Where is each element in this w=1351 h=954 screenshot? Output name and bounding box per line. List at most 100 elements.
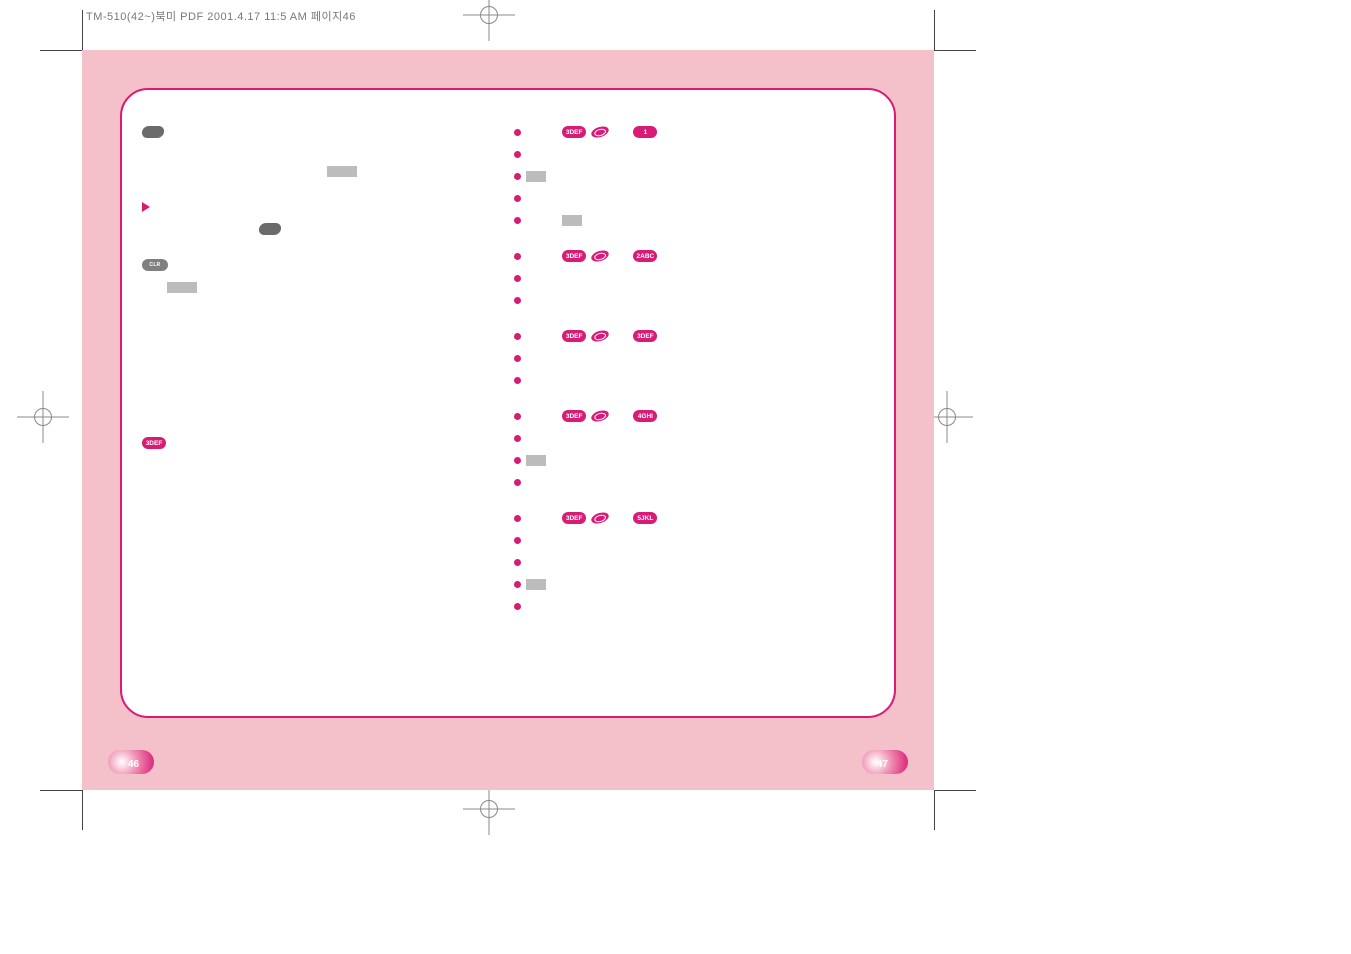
text: NOTE: You can record up to 4 minutes tot… — [171, 438, 337, 448]
text: 3. Press — [526, 194, 555, 203]
text: to delete one Voice Memo. — [526, 354, 621, 363]
left-subtitle: HOW TO USE VOICE MEMO — [142, 147, 512, 158]
key-3-icon: 3DEF — [562, 512, 586, 524]
key-5-icon: 5JKL — [633, 512, 657, 524]
text: 1. Press — [526, 331, 557, 341]
bullet-icon — [514, 603, 521, 610]
page-number-right: 47 — [877, 759, 888, 770]
page-number-left: 46 — [128, 759, 139, 770]
bullet-icon — [514, 275, 521, 282]
crop-tick — [934, 50, 976, 51]
text: 1. Press — [526, 513, 557, 523]
menu-icon — [141, 126, 165, 138]
key-3-icon: 3DEF — [562, 330, 586, 342]
text: Voice Memo records and plays back messag… — [142, 166, 322, 176]
text: and then — [526, 216, 557, 225]
key-2-icon: 2ABC — [633, 250, 657, 262]
bullet-icon — [514, 435, 521, 442]
text: and — [614, 411, 628, 421]
bullet-icon — [514, 377, 521, 384]
bullet-icon — [514, 581, 521, 588]
key-1-icon: 1 — [633, 126, 657, 138]
key-3-icon: 3DEF — [562, 410, 586, 422]
text: Voice Memo — [169, 127, 216, 137]
crop-tick — [82, 10, 83, 50]
clr-button-icon: CLR — [142, 259, 168, 271]
content-card: MENU FEATURE Voice Memo HOW TO USE VOICE… — [120, 88, 896, 718]
step-press-menu: Press to reach the Main Menu. — [142, 220, 512, 238]
line-desc: Voice Memo records and plays back messag… — [142, 162, 512, 180]
registration-mark-top — [480, 6, 498, 24]
record-step1: 1. Press 3DEF and 2ABC — [514, 247, 874, 265]
key-4-icon: 4GHI — [633, 410, 657, 422]
text: for Voice Memo. — [202, 283, 260, 292]
bullet-icon — [514, 457, 521, 464]
text: Record — [173, 260, 200, 270]
grey-inline-icon — [526, 579, 546, 590]
text: Press — [142, 283, 162, 292]
document-slug: TM-510(42~)북미 PDF 2001.4.17 11:5 AM 페이지4… — [86, 8, 356, 24]
registration-mark-right — [938, 408, 956, 426]
text: and then — [526, 478, 557, 487]
text: 2. Select Auto or Manual. — [526, 558, 615, 567]
text: 2. After the beep, begin recording. — [526, 296, 647, 305]
text: and — [614, 331, 628, 341]
text: Press — [142, 225, 162, 234]
section-record: 1. Press 3DEF and 2ABC to record a Voice… — [514, 247, 874, 309]
bullet-icon — [514, 479, 521, 486]
bullet-icon — [514, 129, 521, 136]
text: to delete all Voice Memos. — [526, 434, 619, 443]
text: 1. Press — [526, 411, 557, 421]
note-line: 3DEF NOTE: You can record up to 4 minute… — [142, 434, 512, 452]
key-3-icon: 3DEF — [633, 330, 657, 342]
crop-tick — [82, 790, 83, 830]
deleteone-step1: 1. Press 3DEF and 3DEF — [514, 327, 874, 345]
menu-button-icon — [258, 223, 282, 235]
voicememo-heading: Voice Memo — [142, 123, 512, 141]
bullet-icon — [514, 355, 521, 362]
deleteall-step1: 1. Press 3DEF and 4GHI — [514, 407, 874, 425]
grey-inline-icon — [327, 166, 357, 177]
step-press-3: Press for Voice Memo. — [142, 278, 512, 296]
crop-tick — [934, 790, 935, 830]
text: and — [614, 127, 628, 137]
crop-tick — [934, 790, 976, 791]
bullet-icon — [514, 253, 521, 260]
text: to record a Voice Memo. — [526, 274, 613, 283]
section-delete-one: 1. Press 3DEF and 3DEF to delete one Voi… — [514, 327, 874, 389]
section-delete-all: 1. Press 3DEF and 4GHI to delete all Voi… — [514, 407, 874, 491]
key-3-icon: 3DEF — [562, 250, 586, 262]
text: and — [614, 251, 628, 261]
text: 1. Press — [526, 127, 557, 137]
left-title: MENU FEATURE — [142, 108, 512, 119]
text: to stop. — [560, 194, 586, 203]
text: 3. Press — [551, 580, 580, 589]
bullet-icon — [514, 537, 521, 544]
bullet-icon — [514, 151, 521, 158]
text: to save. — [585, 580, 613, 589]
bullet-icon — [514, 515, 521, 522]
section-record-mode: 1. Press 3DEF and 5JKL to set the record… — [514, 509, 874, 615]
recordmode-step1: 1. Press 3DEF and 5JKL — [514, 509, 874, 527]
grey-inline-icon — [562, 215, 582, 226]
text: and — [614, 513, 628, 523]
right-column: CH.4 1. Press 3DEF and 1 to review the r… — [514, 102, 874, 704]
nav-oval-icon — [590, 328, 610, 343]
right-title: CH.4 — [514, 108, 874, 119]
registration-mark-bottom — [480, 800, 498, 818]
text: 2. "Voice Memo" is displayed and stored … — [551, 172, 786, 181]
text: and then — [526, 602, 557, 611]
bullet-icon — [514, 559, 521, 566]
crop-tick — [40, 50, 82, 51]
play-triangle-icon — [142, 202, 150, 212]
key-3-icon: 3DEF — [142, 437, 166, 449]
text: to review the recorded Voice Memo. — [526, 150, 654, 159]
bullet-icon — [514, 173, 521, 180]
nav-oval-icon — [590, 124, 610, 139]
text: to confirm. — [585, 456, 622, 465]
text: 1. Press — [526, 251, 557, 261]
text: and then — [526, 376, 557, 385]
play-step: Play — [142, 198, 512, 216]
bullet-icon — [514, 297, 521, 304]
bullet-icon — [514, 217, 521, 224]
